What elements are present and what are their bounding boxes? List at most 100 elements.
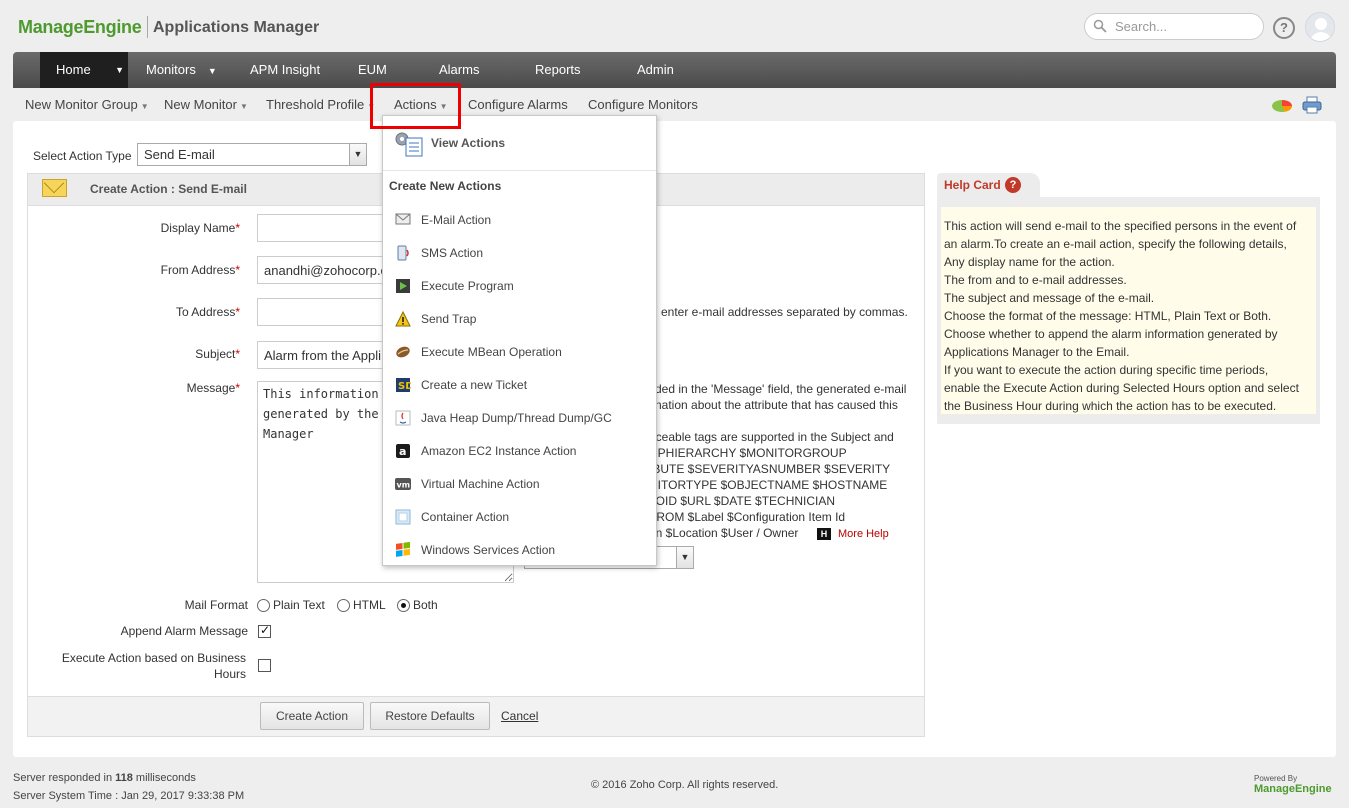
subject-input[interactable]: Alarm from the Appli	[257, 341, 397, 369]
help-card-text: This action will send e-mail to the spec…	[944, 217, 1314, 415]
menu-item-label: Windows Services Action	[421, 543, 556, 557]
message-label: Message*	[120, 381, 240, 395]
action-type-select[interactable]: Send E-mail ▼	[137, 143, 367, 166]
menu-item-label: SMS Action	[421, 246, 484, 260]
svg-text:SD: SD	[398, 381, 411, 392]
menu-item-container-action[interactable]: Container Action	[383, 500, 656, 533]
nav-home[interactable]: Home ▼	[40, 52, 128, 88]
help-line: Choose the format of the message: HTML, …	[944, 309, 1272, 323]
avatar[interactable]	[1305, 12, 1335, 42]
tags-line: NITORTYPE $OBJECTNAME $HOSTNAME	[649, 478, 888, 492]
menu-item-execute-program[interactable]: Execute Program	[383, 269, 656, 302]
help-line: the Business Hour during which the actio…	[944, 399, 1277, 413]
hint-line: nation about the attribute that has caus…	[655, 398, 898, 412]
radio-html[interactable]	[337, 599, 350, 612]
tags-line: UPHIERARCHY $MONITORGROUP	[649, 446, 847, 460]
sms-icon	[395, 245, 411, 261]
create-action-button[interactable]: Create Action	[260, 702, 364, 730]
help-arrow-icon: H	[817, 528, 831, 540]
subnav-configure-monitors[interactable]: Configure Monitors	[588, 97, 698, 112]
menu-divider	[383, 170, 656, 171]
main-nav: Home ▼ Monitors ▼ APM Insight EUM Alarms R…	[13, 52, 1336, 88]
subject-label: Subject*	[120, 347, 240, 361]
display-name-input[interactable]	[257, 214, 397, 242]
label-text: Display Name	[160, 221, 236, 235]
help-line: enable the Execute Action during Selecte…	[944, 381, 1299, 395]
menu-item-java-heap-dump[interactable]: Java Heap Dump/Thread Dump/GC	[383, 401, 656, 434]
menu-item-create-ticket[interactable]: SD Create a new Ticket	[383, 368, 656, 401]
menu-item-amazon-ec2[interactable]: a Amazon EC2 Instance Action	[383, 434, 656, 467]
menu-item-label: Create a new Ticket	[421, 378, 528, 392]
warning-icon	[395, 310, 411, 327]
label-text: From Address	[160, 263, 236, 277]
container-icon	[395, 509, 411, 525]
from-address-input[interactable]: anandhi@zohocorp.c	[257, 256, 397, 284]
program-icon	[395, 278, 411, 294]
java-icon	[395, 410, 411, 426]
menu-item-send-trap[interactable]: Send Trap	[383, 302, 656, 335]
amazon-icon: a	[395, 443, 411, 459]
radio-plain-text[interactable]	[257, 599, 270, 612]
menu-item-label: Amazon EC2 Instance Action	[421, 444, 577, 458]
envelope-icon	[42, 179, 67, 197]
tags-line: IBUTE $SEVERITYASNUMBER $SEVERITY	[649, 462, 891, 476]
cancel-link[interactable]: Cancel	[501, 709, 538, 723]
search-input[interactable]	[1113, 17, 1253, 36]
help-line: This action will send e-mail to the spec…	[944, 219, 1297, 233]
menu-item-windows-services[interactable]: Windows Services Action	[383, 533, 656, 566]
subnav-configure-alarms[interactable]: Configure Alarms	[468, 97, 568, 112]
subnav-new-monitor[interactable]: New Monitor ▼	[164, 97, 248, 112]
more-help-link[interactable]: More Help	[838, 528, 889, 540]
pie-chart-icon[interactable]	[1271, 97, 1293, 113]
menu-item-view-actions[interactable]: View Actions	[383, 124, 656, 164]
nav-reports[interactable]: Reports	[535, 52, 581, 88]
actions-dropdown-menu: View Actions Create New Actions E-Mail A…	[382, 115, 657, 566]
html-label: HTML	[353, 598, 386, 612]
nav-monitors[interactable]: Monitors ▼	[146, 52, 217, 88]
create-new-actions-heading: Create New Actions	[389, 179, 502, 193]
append-alarm-checkbox[interactable]	[258, 623, 271, 638]
menu-item-sms-action[interactable]: SMS Action	[383, 236, 656, 269]
subnav-label: New Monitor Group	[25, 97, 138, 112]
response-suffix: milliseconds	[132, 772, 196, 784]
powered-by-logo: ManageEngine	[1254, 783, 1332, 795]
powered-by-label: Powered By	[1254, 774, 1298, 783]
subnav-label: New Monitor	[164, 97, 237, 112]
nav-apm-insight[interactable]: APM Insight	[250, 52, 320, 88]
business-hours-checkbox[interactable]	[258, 659, 271, 672]
help-line: If you want to execute the action during…	[944, 363, 1269, 377]
mail-format-label: Mail Format	[184, 598, 248, 612]
form-title: Create Action : Send E-mail	[90, 182, 247, 196]
to-address-input[interactable]	[257, 298, 397, 326]
help-line: Any display name for the action.	[944, 255, 1115, 269]
to-address-label: To Address*	[120, 305, 240, 319]
nav-admin[interactable]: Admin	[637, 52, 674, 88]
menu-item-execute-mbean[interactable]: Execute MBean Operation	[383, 335, 656, 368]
subnav-new-monitor-group[interactable]: New Monitor Group ▼	[25, 97, 149, 112]
menu-item-label: E-Mail Action	[421, 213, 492, 227]
search-box[interactable]	[1084, 13, 1264, 40]
restore-defaults-button[interactable]: Restore Defaults	[370, 702, 490, 730]
search-icon	[1093, 19, 1107, 33]
label-text: Message	[186, 381, 236, 395]
plain-text-label: Plain Text	[273, 598, 325, 612]
select-action-type-label: Select Action Type	[33, 149, 132, 163]
mail-icon	[395, 212, 411, 228]
subnav-threshold-profile[interactable]: Threshold Profile ▼	[266, 97, 375, 112]
message-hint: ded in the 'Message' field, the generate…	[655, 381, 906, 413]
both-label: Both	[413, 598, 438, 612]
radio-both[interactable]	[397, 599, 410, 612]
tags-line: aceable tags are supported in the Subjec…	[649, 430, 894, 444]
menu-item-label: Execute Program	[421, 279, 514, 293]
menu-item-email-action[interactable]: E-Mail Action	[383, 203, 656, 236]
nav-monitors-label: Monitors	[146, 62, 196, 77]
manageengine-logo[interactable]: ManageEngine	[18, 17, 142, 38]
print-icon[interactable]	[1302, 96, 1322, 114]
help-icon[interactable]: ?	[1273, 17, 1295, 39]
required-marker: *	[235, 263, 240, 277]
view-actions-icon	[393, 130, 425, 158]
chevron-down-icon: ▼	[140, 102, 149, 111]
menu-item-virtual-machine[interactable]: vm Virtual Machine Action	[383, 467, 656, 500]
menu-item-label: Virtual Machine Action	[421, 477, 540, 491]
logo-text-engine: Engine	[83, 17, 142, 37]
